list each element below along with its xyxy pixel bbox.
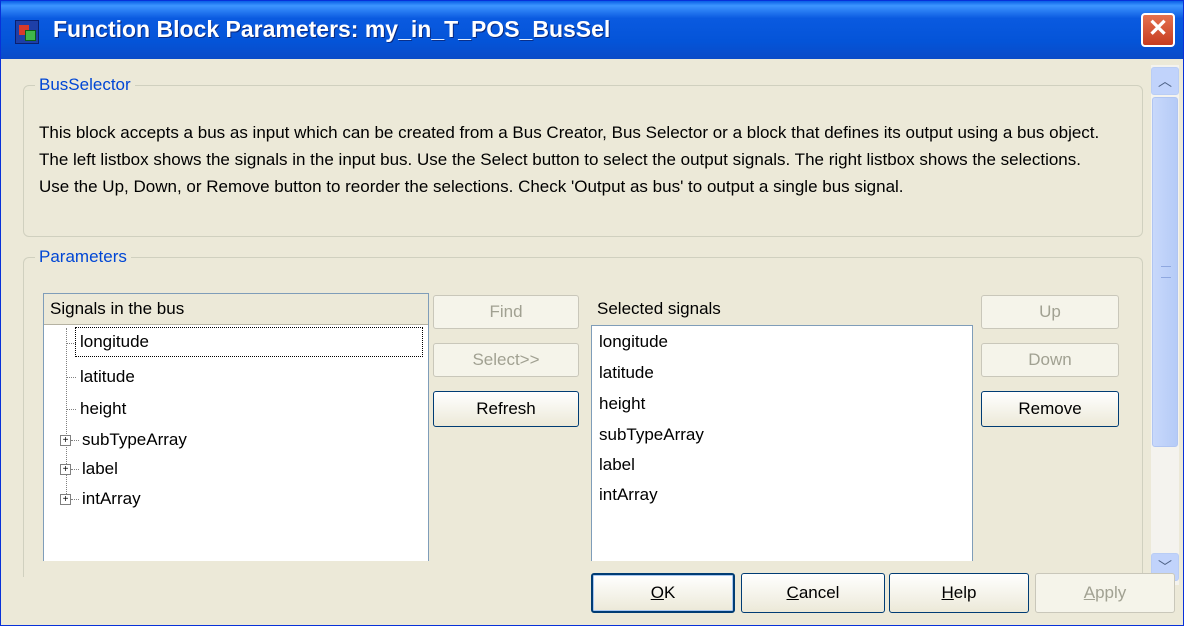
plus-box-icon[interactable]: + [60, 494, 71, 505]
cancel-label-rest: ancel [798, 583, 840, 602]
apply-button[interactable]: Apply [1035, 573, 1175, 613]
selected-item-intarray[interactable]: intArray [599, 480, 658, 510]
tree-item-label: height [80, 399, 127, 418]
tree-branch-line [71, 499, 79, 500]
selected-item-subtypearray[interactable]: subTypeArray [599, 420, 704, 450]
ok-button[interactable]: OK [591, 573, 735, 613]
window-title: Function Block Parameters: my_in_T_POS_B… [53, 16, 611, 42]
help-mnemonic: H [941, 583, 954, 602]
selected-item-label[interactable]: label [599, 450, 635, 480]
ok-label-rest: K [663, 583, 676, 602]
plus-box-icon[interactable]: + [60, 464, 71, 475]
refresh-button[interactable]: Refresh [433, 391, 579, 427]
tree-branch-line [71, 440, 79, 441]
vertical-scrollbar[interactable]: ︿ ﹀ [1151, 65, 1179, 585]
tree-item-label: label [82, 459, 118, 478]
tree-branch-line [71, 469, 79, 470]
selected-item-longitude[interactable]: longitude [599, 327, 668, 357]
selected-item-latitude[interactable]: latitude [599, 358, 654, 388]
tree-branch-line [66, 409, 76, 410]
help-button[interactable]: Help [889, 573, 1029, 613]
selected-item-height[interactable]: height [599, 389, 645, 419]
ok-mnemonic: O [650, 583, 664, 602]
tree-item-label: latitude [80, 367, 135, 386]
scrollbar-thumb[interactable] [1152, 97, 1178, 447]
find-button[interactable]: Find [433, 295, 579, 329]
dialog-window: Function Block Parameters: my_in_T_POS_B… [0, 0, 1184, 626]
signals-in-bus-tree[interactable]: Signals in the bus longitude latitude he… [43, 293, 429, 561]
bus-selector-description: This block accepts a bus as input which … [39, 123, 1100, 196]
up-button[interactable]: Up [981, 295, 1119, 329]
select-button[interactable]: Select>> [433, 343, 579, 377]
tree-branch-line [66, 377, 76, 378]
grip-icon [1161, 266, 1171, 278]
parameters-legend: Parameters [35, 247, 131, 267]
chevron-up-icon[interactable]: ︿ [1151, 67, 1179, 95]
plus-box-icon[interactable]: + [60, 435, 71, 446]
tree-item-label: longitude [75, 327, 423, 357]
tree-item-label: subTypeArray [82, 430, 187, 449]
signals-in-bus-header: Signals in the bus [44, 294, 428, 325]
down-button[interactable]: Down [981, 343, 1119, 377]
tree-branch-line [66, 343, 76, 344]
simulink-block-icon [15, 20, 39, 44]
bus-selector-legend: BusSelector [35, 75, 135, 95]
help-label-rest: elp [953, 583, 977, 602]
selected-signals-header: Selected signals [597, 299, 721, 318]
remove-button[interactable]: Remove [981, 391, 1119, 427]
cancel-mnemonic: C [786, 583, 799, 602]
close-button[interactable]: ✕ [1141, 13, 1175, 47]
tree-item-label: intArray [82, 489, 141, 508]
apply-label-rest: pply [1095, 583, 1127, 602]
cancel-button[interactable]: Cancel [741, 573, 885, 613]
tree-connector-line [66, 328, 67, 504]
apply-mnemonic: A [1083, 583, 1096, 602]
title-bar[interactable]: Function Block Parameters: my_in_T_POS_B… [1, 1, 1183, 59]
